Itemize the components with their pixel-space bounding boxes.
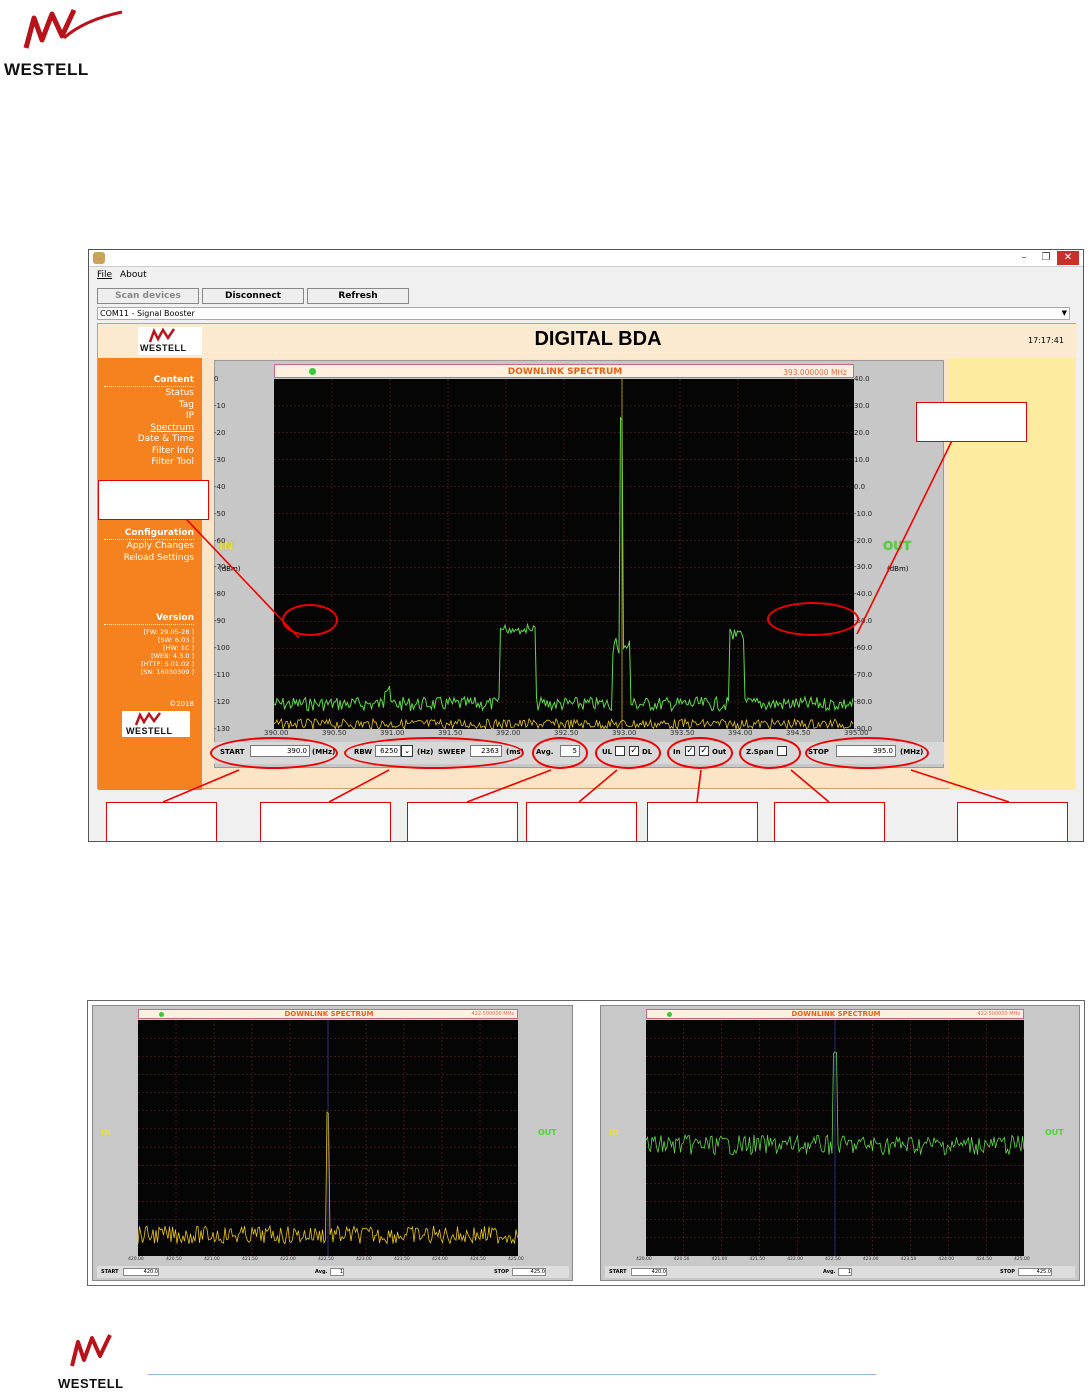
mini-left-header: DOWNLINK SPECTRUM 422.500000 MHz (138, 1009, 518, 1019)
mini-right-stop-input[interactable]: 425.0 (1018, 1268, 1052, 1276)
axis-tick-label: 422.50 (318, 1257, 334, 1262)
axis-tick-label: 422.50 (825, 1257, 841, 1262)
axis-tick-label: 422.00 (787, 1257, 803, 1262)
mini-left-stop-label: STOP (494, 1269, 509, 1275)
callout-box-ul-dl (526, 802, 637, 841)
axis-tick-label: 422.00 (280, 1257, 296, 1262)
axis-tick-label: 424.00 (938, 1257, 955, 1262)
mini-spectrum-left: DOWNLINK SPECTRUM 422.500000 MHz IN OUT … (92, 1005, 573, 1281)
callout-box-marker (916, 402, 1027, 442)
axis-tick-label: 425.00 (1014, 1257, 1030, 1262)
axis-tick-label: 423.00 (356, 1257, 372, 1262)
callout-box-in-out (647, 802, 758, 841)
westell-swoosh-icon (70, 1334, 112, 1367)
westell-logo-footer: WESTELL (56, 1332, 148, 1391)
mini-left-start-input[interactable]: 420.0 (123, 1268, 159, 1276)
footer-divider (148, 1374, 876, 1375)
axis-tick-label: 421.50 (749, 1257, 766, 1262)
mini-right-start-input[interactable]: 420.0 (631, 1268, 667, 1276)
mini-left-in-label: IN (101, 1128, 111, 1137)
callout-box-start (106, 802, 217, 841)
axis-tick-label: 420.00 (128, 1257, 144, 1262)
axis-tick-label: 424.00 (432, 1257, 448, 1262)
axis-tick-label: 420.00 (636, 1257, 652, 1262)
axis-tick-label: 425.00 (508, 1257, 524, 1262)
mini-right-plot (646, 1020, 1024, 1256)
westell-swoosh-icon (23, 8, 123, 49)
mini-right-avg-label: Avg. (823, 1269, 836, 1275)
axis-tick-label: 423.50 (900, 1257, 917, 1262)
mini-left-controls: START 420.0 Avg. 1 STOP 425.0 (97, 1266, 569, 1278)
mini-right-xticks: 420.00 420.50 421.00 421.50 422.00 422.50 423.… (636, 1257, 1030, 1265)
mini-left-out-label: OUT (538, 1128, 557, 1137)
axis-tick-label: 424.50 (976, 1257, 992, 1262)
callout-box-avg (407, 802, 518, 841)
mini-right-in-label: IN (609, 1128, 619, 1137)
mini-right-marker: 422.500000 MHz (977, 1011, 1020, 1017)
mini-right-start-label: START (609, 1269, 627, 1275)
axis-tick-label: 423.00 (862, 1257, 879, 1262)
westell-logo-top: WESTELL (4, 6, 124, 80)
brand-name: WESTELL (4, 60, 89, 79)
axis-tick-label: 420.50 (673, 1257, 690, 1262)
mini-left-stop-input[interactable]: 425.0 (512, 1268, 546, 1276)
mini-spectrum-right: DOWNLINK SPECTRUM 422.500000 MHz IN OUT … (600, 1005, 1080, 1281)
axis-tick-label: 421.50 (242, 1257, 258, 1262)
brand-name-footer: WESTELL (58, 1376, 124, 1391)
axis-tick-label: 420.50 (166, 1257, 182, 1262)
mini-right-controls: START 420.0 Avg. 1 STOP 425.0 (605, 1266, 1075, 1278)
axis-tick-label: 423.50 (394, 1257, 410, 1262)
callout-box-zspan (774, 802, 885, 841)
mini-left-avg-label: Avg. (315, 1269, 328, 1275)
mini-right-header: DOWNLINK SPECTRUM 422.500000 MHz (646, 1009, 1024, 1019)
mini-right-out-label: OUT (1045, 1128, 1064, 1137)
callout-box-rbw (260, 802, 391, 841)
mini-left-avg-input[interactable]: 1 (330, 1268, 344, 1276)
axis-tick-label: 424.50 (470, 1257, 486, 1262)
callout-box-led (98, 480, 209, 520)
mini-left-xticks: 420.00 420.50 421.00 421.50 422.00 422.50 423.… (128, 1257, 524, 1265)
mini-left-marker: 422.500000 MHz (471, 1011, 514, 1017)
axis-tick-label: 421.00 (204, 1257, 220, 1262)
app-window: – ❐ ✕ File About Scan devices Disconnect… (88, 249, 1084, 842)
mini-right-stop-label: STOP (1000, 1269, 1015, 1275)
callout-arrows (150, 401, 1010, 803)
mini-right-avg-input[interactable]: 1 (838, 1268, 852, 1276)
mini-right-title: DOWNLINK SPECTRUM (791, 1010, 881, 1018)
axis-tick-label: 421.00 (711, 1257, 728, 1262)
mini-left-plot (138, 1020, 518, 1256)
mini-left-start-label: START (101, 1269, 119, 1275)
mini-left-title: DOWNLINK SPECTRUM (284, 1010, 374, 1018)
callout-box-stop (957, 802, 1068, 841)
